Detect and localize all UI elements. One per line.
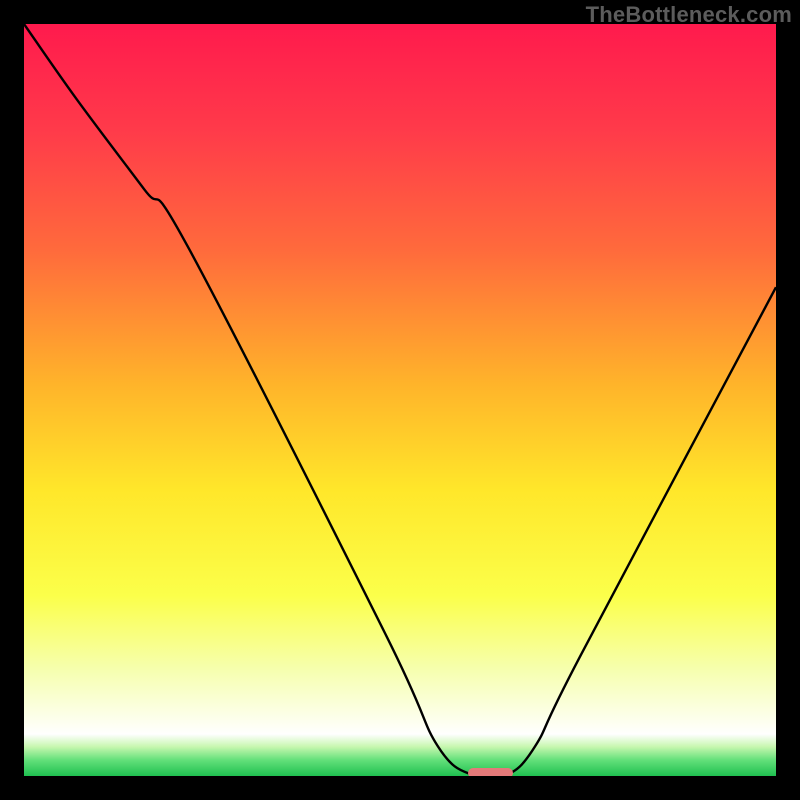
watermark-text: TheBottleneck.com [586,2,792,28]
optimal-marker [468,768,513,776]
plot-area [24,24,776,776]
bottleneck-curve-path [24,24,776,776]
curve-layer [24,24,776,776]
chart-frame: TheBottleneck.com [0,0,800,800]
